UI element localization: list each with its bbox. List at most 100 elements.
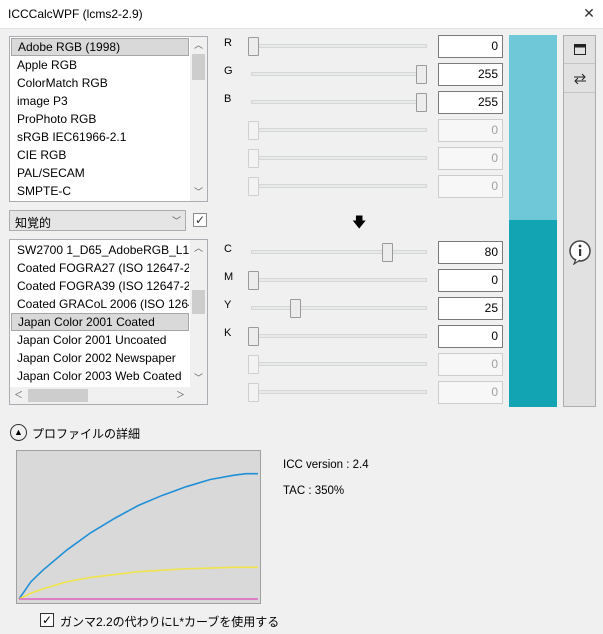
chevron-down-icon: ﹀ — [171, 216, 181, 226]
output-channel-slider-thumb — [248, 355, 259, 374]
scroll-down-icon[interactable]: ﹀ — [190, 184, 207, 201]
input-channel-slider-thumb — [248, 177, 259, 196]
collapse-icon: ▲ — [10, 424, 27, 441]
dest-profile-list[interactable]: SW2700 1_D65_AdobeRGB_L160 Coated FOGRA27… — [9, 239, 208, 405]
list-item[interactable]: image P3 — [11, 92, 189, 110]
window-title: ICCCalcWPF (lcms2-2.9) — [8, 7, 143, 21]
list-item[interactable]: Coated GRACoL 2006 (ISO 12647 — [11, 295, 189, 313]
output-channel-slider-track[interactable] — [251, 334, 427, 338]
curve-series-1 — [18, 566, 258, 600]
input-channel-slider-thumb[interactable] — [416, 93, 427, 112]
source-profile-list[interactable]: Adobe RGB (1998) Apple RGB ColorMatch RGB i… — [9, 36, 208, 202]
list-item[interactable]: Coated FOGRA39 (ISO 12647-2:2 — [11, 277, 189, 295]
use-lstar-label: ガンマ2.2の代わりにL*カーブを使用する — [60, 615, 280, 629]
list-item[interactable]: sRGB IEC61966-2.1 — [11, 128, 189, 146]
scroll-thumb[interactable] — [192, 290, 205, 314]
output-channel-slider-track[interactable] — [251, 278, 427, 282]
icc-version-text: ICC version : 2.4 — [283, 459, 369, 471]
output-channel-slider-thumb[interactable] — [248, 271, 259, 290]
rendering-intent-value: 知覚的 — [15, 216, 52, 230]
list-item[interactable]: SMPTE-C — [11, 182, 189, 200]
curve-series-0 — [18, 472, 258, 600]
list-item[interactable]: Japan Color 2001 Uncoated — [11, 331, 189, 349]
input-channel-slider-track[interactable] — [251, 100, 427, 104]
main-client: Adobe RGB (1998) Apple RGB ColorMatch RGB i… — [0, 28, 603, 634]
list-item[interactable]: Japan Color 2003 Web Coated — [11, 367, 189, 385]
list-item[interactable]: Japan Color 2001 Coated — [11, 313, 189, 331]
list-item[interactable]: Adobe RGB (1998) — [11, 38, 189, 56]
list-item[interactable]: ColorMatch RGB — [11, 74, 189, 92]
use-lstar-checkbox[interactable]: ✓ — [40, 613, 54, 627]
input-channel-value-input[interactable]: 255 — [438, 63, 503, 86]
scroll-down-icon[interactable]: ﹀ — [190, 370, 207, 387]
input-channel-slider-track — [251, 184, 427, 188]
black-point-checkbox[interactable]: ✓ — [193, 213, 207, 227]
scroll-up-icon[interactable]: ︿ — [190, 37, 207, 54]
scroll-left-icon[interactable]: ＜ — [10, 387, 27, 404]
output-channel-label-y: Y — [224, 299, 232, 311]
output-channel-value-input[interactable]: 80 — [438, 241, 503, 264]
output-channel-value-input[interactable]: 0 — [438, 325, 503, 348]
list-item[interactable]: CIE RGB — [11, 146, 189, 164]
expander-label: プロファイルの詳細 — [32, 427, 141, 441]
source-list-scrollbar[interactable]: ︿ ﹀ — [190, 37, 207, 201]
output-channel-slider-track — [251, 390, 427, 394]
scroll-thumb[interactable] — [28, 389, 88, 402]
output-channel-value-input: 0 — [438, 353, 503, 376]
info-icon[interactable] — [567, 239, 593, 266]
output-channel-value-input[interactable]: 0 — [438, 269, 503, 292]
output-channel-slider-track[interactable] — [251, 250, 427, 254]
input-channel-label-g: G — [224, 65, 233, 77]
output-channel-value-input: 0 — [438, 381, 503, 404]
output-channel-slider-track[interactable] — [251, 306, 427, 310]
list-item[interactable]: Apple RGB — [11, 56, 189, 74]
dest-profile-items: SW2700 1_D65_AdobeRGB_L160 Coated FOGRA27… — [11, 241, 189, 386]
arrow-down-icon: 🡇 — [352, 214, 367, 230]
output-channel-label-m: M — [224, 271, 234, 283]
output-channel-slider-thumb[interactable] — [290, 299, 301, 318]
input-channel-slider-thumb — [248, 121, 259, 140]
swap-icon[interactable] — [564, 65, 595, 93]
scroll-up-icon[interactable]: ︿ — [190, 240, 207, 257]
output-channel-value-input[interactable]: 25 — [438, 297, 503, 320]
close-icon[interactable]: ✕ — [577, 2, 601, 24]
scroll-right-icon[interactable]: ＞ — [172, 387, 189, 404]
input-channel-slider-track — [251, 156, 427, 160]
scroll-thumb[interactable] — [192, 54, 205, 80]
tone-curve-chart — [16, 450, 261, 604]
dest-list-hscrollbar[interactable]: ＜ ＞ — [10, 387, 207, 404]
input-channel-value-input[interactable]: 0 — [438, 35, 503, 58]
input-channel-slider-thumb[interactable] — [248, 37, 259, 56]
list-item[interactable]: Japan Color 2002 Newspaper — [11, 349, 189, 367]
output-color-swatch — [509, 220, 557, 407]
input-color-swatch — [509, 35, 557, 220]
list-item[interactable]: SW2700 1_D65_AdobeRGB_L160 — [11, 241, 189, 259]
input-channel-slider-track[interactable] — [251, 72, 427, 76]
input-channel-label-r: R — [224, 37, 232, 49]
output-channel-slider-thumb[interactable] — [248, 327, 259, 346]
tac-text: TAC : 350% — [283, 485, 345, 497]
side-toolbar — [563, 35, 596, 407]
input-channel-slider-track — [251, 128, 427, 132]
input-channel-label-b: B — [224, 93, 232, 105]
source-profile-items: Adobe RGB (1998) Apple RGB ColorMatch RGB i… — [11, 38, 189, 200]
list-item[interactable]: ProPhoto RGB — [11, 110, 189, 128]
output-channel-label-k: K — [224, 327, 232, 339]
dest-list-vscrollbar[interactable]: ︿ ﹀ — [190, 240, 207, 387]
title-bar: ICCCalcWPF (lcms2-2.9) ✕ — [0, 0, 603, 28]
input-channel-value-input: 0 — [438, 147, 503, 170]
window-icon[interactable] — [564, 36, 595, 64]
input-channel-slider-track[interactable] — [251, 44, 427, 48]
input-channel-value-input: 0 — [438, 119, 503, 142]
output-channel-slider-thumb[interactable] — [382, 243, 394, 262]
input-channel-slider-thumb — [248, 149, 259, 168]
list-item[interactable]: Coated FOGRA27 (ISO 12647-2:2 — [11, 259, 189, 277]
output-channel-slider-track — [251, 362, 427, 366]
input-channel-value-input: 0 — [438, 175, 503, 198]
tone-curve-svg — [18, 472, 258, 600]
list-item[interactable]: PAL/SECAM — [11, 164, 189, 182]
rendering-intent-select[interactable]: 知覚的 ﹀ — [9, 210, 186, 231]
input-channel-slider-thumb[interactable] — [416, 65, 427, 84]
output-channel-label-c: C — [224, 243, 232, 255]
input-channel-value-input[interactable]: 255 — [438, 91, 503, 114]
